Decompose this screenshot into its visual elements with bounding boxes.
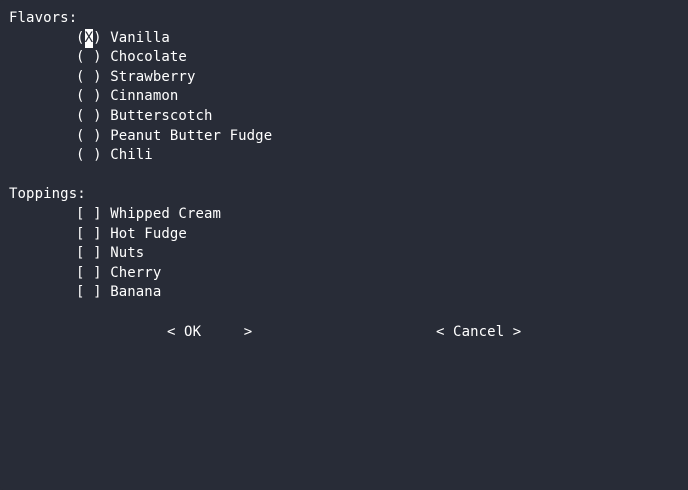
checkbox-mark bbox=[85, 244, 94, 264]
checkbox-mark bbox=[85, 264, 94, 284]
radio-label: Butterscotch bbox=[110, 108, 213, 124]
topping-checkbox-banana[interactable]: [ ] Banana bbox=[76, 283, 161, 303]
radio-mark bbox=[85, 107, 94, 127]
checkbox-mark bbox=[85, 205, 94, 225]
checkbox-label: Banana bbox=[110, 284, 162, 301]
radio-label: Cinnamon bbox=[110, 88, 179, 105]
checkbox-label: Cherry bbox=[110, 264, 162, 281]
checkbox-label: Hot Fudge bbox=[110, 225, 187, 242]
radio-label: Strawberry bbox=[110, 68, 196, 85]
ok-button[interactable]: < OK > bbox=[167, 323, 252, 343]
radio-label: Vanilla bbox=[110, 29, 170, 46]
radio-mark bbox=[85, 87, 94, 107]
flavor-radio-vanilla[interactable]: (X) Vanilla bbox=[76, 28, 170, 49]
radio-label: Peanut Butter Fudge bbox=[110, 127, 273, 144]
radio-mark: X bbox=[84, 28, 94, 49]
radio-mark bbox=[85, 48, 94, 68]
checkbox-label: Nuts bbox=[110, 245, 145, 262]
topping-checkbox-cherry[interactable]: [ ] Cherry bbox=[76, 264, 161, 284]
radio-mark bbox=[85, 68, 94, 88]
checkbox-mark bbox=[85, 283, 94, 303]
flavor-radio-chili[interactable]: ( ) Chili bbox=[76, 146, 153, 166]
radio-label: Chili bbox=[110, 147, 153, 164]
radio-mark bbox=[85, 146, 94, 166]
flavor-radio-peanut-butter-fudge[interactable]: ( ) Peanut Butter Fudge bbox=[76, 127, 272, 147]
flavor-radio-cinnamon[interactable]: ( ) Cinnamon bbox=[76, 87, 178, 107]
flavors-heading: Flavors: bbox=[9, 10, 78, 26]
terminal-window: Flavors: (X) Vanilla ( ) Chocolate ( ) S… bbox=[0, 0, 688, 490]
flavor-radio-chocolate[interactable]: ( ) Chocolate bbox=[76, 48, 187, 68]
topping-checkbox-nuts[interactable]: [ ] Nuts bbox=[76, 244, 144, 264]
radio-mark bbox=[85, 127, 94, 147]
checkbox-mark bbox=[85, 225, 94, 245]
toppings-heading: Toppings: bbox=[9, 186, 86, 203]
topping-checkbox-hot-fudge[interactable]: [ ] Hot Fudge bbox=[76, 225, 187, 245]
radio-label: Chocolate bbox=[110, 49, 187, 66]
cancel-button[interactable]: < Cancel > bbox=[436, 323, 521, 343]
flavor-radio-strawberry[interactable]: ( ) Strawberry bbox=[76, 68, 195, 88]
topping-checkbox-whipped-cream[interactable]: [ ] Whipped Cream bbox=[76, 205, 221, 225]
flavor-radio-butterscotch[interactable]: ( ) Butterscotch bbox=[76, 107, 213, 127]
checkbox-label: Whipped Cream bbox=[110, 206, 222, 222]
